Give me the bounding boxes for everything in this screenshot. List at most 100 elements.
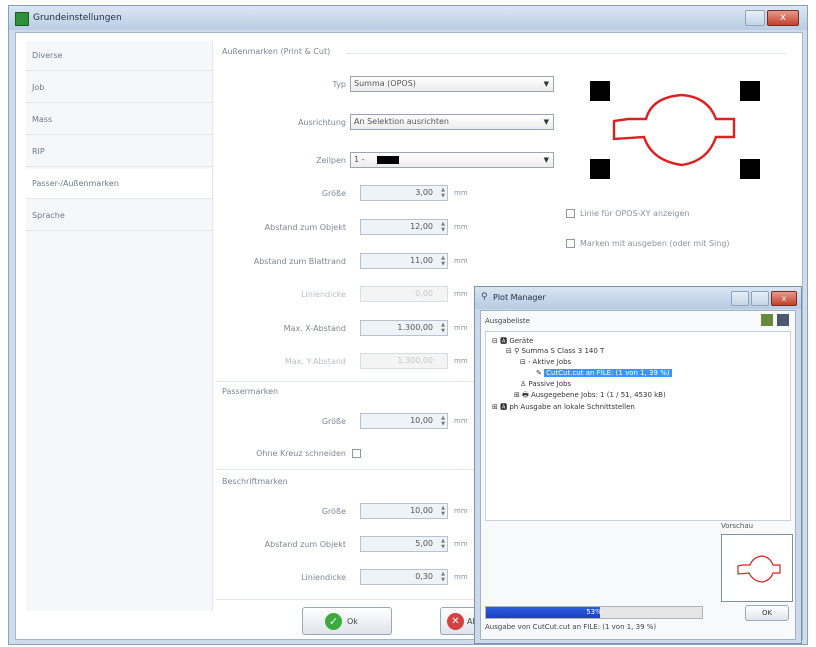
- typ-select[interactable]: Summa (OPOS) ▼: [350, 76, 554, 92]
- expand-icon[interactable]: ⊟: [520, 358, 528, 366]
- passer-groesse-label: Größe: [321, 417, 346, 426]
- zeilpen-select[interactable]: 1 - ▼: [350, 152, 554, 168]
- spinner-arrows-icon[interactable]: ▲ ▼: [441, 255, 445, 267]
- linie-opos-checkbox[interactable]: [566, 209, 575, 218]
- beschrift-liniendicke-input[interactable]: 0,30 ▲ ▼: [360, 569, 448, 585]
- tree-item-label: Ausgegebene Jobs: 1 (1 / 51, 4530 kB): [530, 391, 666, 399]
- expand-icon[interactable]: ⊞: [514, 391, 522, 399]
- add-job-icon[interactable]: [761, 314, 773, 326]
- liniendicke-input: 0,00: [360, 286, 448, 302]
- cancel-icon: ✕: [447, 613, 464, 630]
- liniendicke-value: 0,00: [415, 289, 433, 298]
- beschrift-groesse-label: Größe: [321, 507, 346, 516]
- chevron-down-icon: ▼: [543, 118, 549, 126]
- sidebar-item-rip[interactable]: RIP: [26, 137, 212, 167]
- output-tree[interactable]: ⊟ 🅰 Geräte ⊟ ⚲ Summa S Class 3 140 T ⊟ ·…: [485, 331, 791, 521]
- zeilpen-value: 1 -: [354, 155, 365, 164]
- minimize-button[interactable]: [745, 10, 765, 26]
- beschrift-abstand-input[interactable]: 5,00 ▲ ▼: [360, 536, 448, 552]
- chevron-down-icon: ▼: [543, 156, 549, 164]
- ausgabeliste-label: Ausgabeliste: [485, 317, 530, 325]
- settings-icon[interactable]: [777, 314, 789, 326]
- spinner-arrows-icon[interactable]: ▲ ▼: [441, 322, 445, 334]
- ohne-kreuz-checkbox[interactable]: [352, 449, 361, 458]
- ausrichtung-label: Ausrichtung: [297, 118, 346, 127]
- minimize-button[interactable]: [731, 291, 749, 306]
- max-y-value: 1.300,00: [397, 356, 433, 365]
- checkmark-icon: ✓: [325, 613, 342, 630]
- pen-color-swatch: [377, 156, 399, 164]
- max-y-input: 1.300,00: [360, 353, 448, 369]
- tree-item-passive-jobs[interactable]: ♙ Passive Jobs: [520, 380, 571, 388]
- sidebar-item-passermarken[interactable]: Passer-/Außenmarken: [26, 169, 212, 199]
- tree-item-plotter[interactable]: ⊟ ⚲ Summa S Class 3 140 T: [506, 347, 604, 355]
- group-divider: [216, 599, 486, 600]
- sidebar-item-diverse[interactable]: Diverse: [26, 41, 212, 71]
- abstand-objekt-input[interactable]: 12,00 ▲ ▼: [360, 219, 448, 235]
- sidebar-item-job[interactable]: Job: [26, 73, 212, 103]
- beschrift-groesse-input[interactable]: 10,00 ▲ ▼: [360, 503, 448, 519]
- progress-bar: 53%: [485, 606, 703, 619]
- passer-groesse-input[interactable]: 10,00 ▲ ▼: [360, 413, 448, 429]
- max-x-label: Max. X-Abstand: [283, 324, 346, 333]
- abstand-objekt-label: Abstand zum Objekt: [264, 223, 346, 232]
- tree-item-label: Aktive Jobs: [532, 358, 572, 366]
- close-button[interactable]: x: [767, 10, 799, 26]
- expand-icon[interactable]: ⊟: [492, 337, 500, 345]
- plot-manager-window: ⚲ Plot Manager x Ausgabeliste ⊟ 🅰 Geräte…: [474, 286, 802, 644]
- typ-value: Summa (OPOS): [354, 79, 416, 88]
- groesse-label: Größe: [321, 189, 346, 198]
- vorschau-label: Vorschau: [721, 522, 754, 530]
- contour-shape-preview: [612, 93, 736, 167]
- max-y-label: Max. Y-Abstand: [284, 357, 346, 366]
- liniendicke-label: Liniendicke: [301, 290, 346, 299]
- max-x-value: 1.300,00: [397, 323, 433, 332]
- sidebar-item-sprache[interactable]: Sprache: [26, 201, 212, 231]
- progress-label: 53%: [586, 608, 602, 616]
- spinner-arrows-icon[interactable]: ▲ ▼: [441, 538, 445, 550]
- plot-manager-title-bar: ⚲ Plot Manager x: [475, 287, 801, 309]
- expand-icon[interactable]: ⊞: [492, 403, 500, 411]
- job-icon: ✎: [536, 369, 545, 377]
- passermarken-group-title: Passermarken: [222, 387, 279, 396]
- group-divider: [346, 53, 786, 54]
- spinner-arrows-icon[interactable]: ▲ ▼: [441, 415, 445, 427]
- unit-label: mm: [454, 257, 468, 265]
- title-bar: Grundeinstellungen x: [9, 6, 807, 30]
- sidebar-item-mass[interactable]: Mass: [26, 105, 212, 135]
- ausrichtung-select[interactable]: An Selektion ausrichten ▼: [350, 114, 554, 130]
- tree-item-aktive-jobs[interactable]: ⊟ · Aktive Jobs: [520, 358, 571, 366]
- spinner-arrows-icon[interactable]: ▲ ▼: [441, 221, 445, 233]
- passer-groesse-value: 10,00: [410, 416, 433, 425]
- abstand-blattrand-input[interactable]: 11,00 ▲ ▼: [360, 253, 448, 269]
- chevron-down-icon: ▼: [543, 80, 549, 88]
- maximize-button[interactable]: [751, 291, 769, 306]
- spinner-arrows-icon[interactable]: ▲ ▼: [441, 187, 445, 199]
- unit-label: mm: [454, 417, 468, 425]
- marken-ausgeben-checkbox[interactable]: [566, 239, 575, 248]
- window-title: Grundeinstellungen: [33, 13, 122, 23]
- groesse-input[interactable]: 3,00 ▲ ▼: [360, 185, 448, 201]
- spinner-arrows-icon[interactable]: ▲ ▼: [441, 505, 445, 517]
- tree-item-geraete[interactable]: ⊟ 🅰 Geräte: [492, 336, 533, 346]
- expand-icon[interactable]: ⊟: [506, 347, 514, 355]
- groesse-value: 3,00: [415, 188, 433, 197]
- close-button[interactable]: x: [771, 291, 797, 306]
- ok-button[interactable]: ✓ Ok: [302, 607, 392, 635]
- plot-ok-button[interactable]: OK: [745, 605, 789, 621]
- tree-item-active-job[interactable]: ✎ CutCut.cut an FILE: (1 von 1, 39 %): [536, 369, 672, 377]
- tree-item-label: Geräte: [509, 337, 534, 345]
- max-x-input[interactable]: 1.300,00 ▲ ▼: [360, 320, 448, 336]
- beschriftmarken-group-title: Beschriftmarken: [222, 477, 288, 486]
- tree-item-lokale-schnittstellen[interactable]: ⊞ 🅰 ph Ausgabe an lokale Schnittstellen: [492, 402, 635, 412]
- beschrift-abstand-value: 5,00: [415, 539, 433, 548]
- tree-item-ausgegebene-jobs[interactable]: ⊞ 🖶 Ausgegebene Jobs: 1 (1 / 51, 4530 kB…: [514, 391, 666, 402]
- ohne-kreuz-label: Ohne Kreuz schneiden: [256, 449, 346, 458]
- device-icon: 🅰: [500, 337, 510, 345]
- plot-manager-title: Plot Manager: [493, 293, 546, 302]
- unit-label: mm: [454, 189, 468, 197]
- beschrift-abstand-label: Abstand zum Objekt: [264, 540, 346, 549]
- spinner-arrows-icon[interactable]: ▲ ▼: [441, 571, 445, 583]
- unit-label: mm: [454, 223, 468, 231]
- unit-label: mm: [454, 324, 468, 332]
